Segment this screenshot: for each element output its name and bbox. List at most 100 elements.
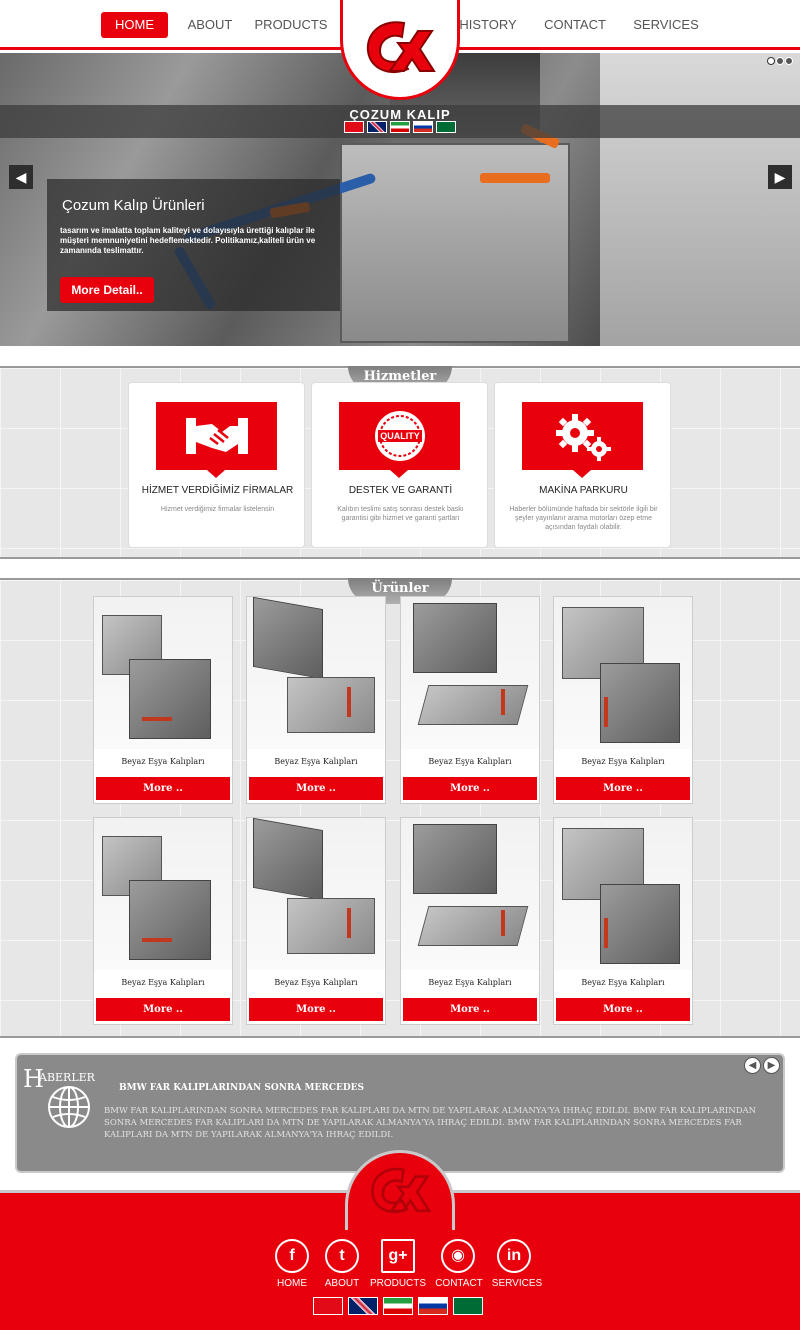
service-text: Haberler bölümünde haftada bir sektörle …: [509, 506, 658, 531]
flag-ru-icon[interactable]: [418, 1297, 448, 1315]
service-title: DESTEK VE GARANTİ: [348, 485, 453, 496]
logo-mark-icon: [371, 1167, 432, 1213]
product-image[interactable]: [554, 818, 692, 970]
product-more-button[interactable]: More ..: [556, 777, 690, 800]
slider-dot[interactable]: [767, 57, 775, 65]
flag-en-icon[interactable]: [367, 121, 387, 133]
flag-sa-icon[interactable]: [436, 121, 456, 133]
product-more-button[interactable]: More ..: [556, 998, 690, 1021]
product-name: Beyaz Eşya Kalıpları: [274, 978, 358, 987]
product-more-button[interactable]: More ..: [403, 777, 537, 800]
mold-shape: [142, 717, 172, 721]
slider-dot[interactable]: [785, 57, 793, 65]
mold-shape: [142, 938, 172, 942]
flag-ir-icon[interactable]: [390, 121, 410, 133]
twitter-icon[interactable]: t: [325, 1239, 359, 1273]
flag-tr-icon[interactable]: [344, 121, 364, 133]
footer-link-products[interactable]: PRODUCTS: [368, 1278, 428, 1289]
product-name: Beyaz Eşya Kalıpları: [581, 757, 665, 766]
service-title: MAKİNA PARKURU: [539, 485, 628, 496]
product-name: Beyaz Eşya Kalıpları: [274, 757, 358, 766]
mold-shape: [501, 689, 505, 715]
product-card[interactable]: Beyaz Eşya Kalıpları More ..: [93, 817, 233, 1025]
mold-shape: [287, 677, 375, 733]
footer-link-about[interactable]: ABOUT: [322, 1278, 362, 1289]
news-title[interactable]: BMW FAR KALIPLARINDAN SONRA MERCEDES: [119, 1083, 364, 1093]
service-card[interactable]: MAKİNA PARKURU Haberler bölümünde haftad…: [494, 382, 671, 548]
mold-shape: [604, 697, 608, 727]
product-card[interactable]: Beyaz Eşya Kalıpları More ..: [553, 596, 693, 804]
nav-home[interactable]: HOME: [101, 12, 168, 38]
rss-icon[interactable]: ◉: [441, 1239, 475, 1273]
product-card[interactable]: Beyaz Eşya Kalıpları More ..: [93, 596, 233, 804]
product-image[interactable]: [94, 818, 232, 970]
more-detail-button[interactable]: More Detail..: [60, 277, 154, 303]
flag-ru-icon[interactable]: [413, 121, 433, 133]
service-icon-box: [156, 402, 277, 478]
product-image[interactable]: [554, 597, 692, 749]
nav-about[interactable]: ABOUT: [182, 12, 238, 38]
slide-caption: Çozum Kalıp Ürünleri tasarım ve imalatta…: [47, 179, 340, 311]
product-card[interactable]: Beyaz Eşya Kalıpları More ..: [400, 817, 540, 1025]
footer-link-services[interactable]: SERVICES: [490, 1278, 544, 1289]
footer-link-home[interactable]: HOME: [272, 1278, 312, 1289]
news-prev-icon[interactable]: ◀: [744, 1057, 761, 1074]
service-card[interactable]: HİZMET VERDİĞİMİZ FİRMALAR Hizmet verdiğ…: [128, 382, 305, 548]
product-card[interactable]: Beyaz Eşya Kalıpları More ..: [246, 596, 386, 804]
services-section: Hizmetler HİZMET VERDİĞİMİZ FİRMALAR Hiz…: [0, 366, 800, 559]
slider-next-icon[interactable]: ▶: [768, 165, 792, 189]
product-card[interactable]: Beyaz Eşya Kalıpları More ..: [553, 817, 693, 1025]
product-card[interactable]: Beyaz Eşya Kalıpları More ..: [400, 596, 540, 804]
service-card[interactable]: QUALITY DESTEK VE GARANTİ Kalıbın teslim…: [311, 382, 488, 548]
slider-prev-icon[interactable]: ◀: [9, 165, 33, 189]
product-image[interactable]: [247, 597, 385, 749]
service-text: Kalıbın teslimi satış sonrası destek bas…: [337, 506, 464, 522]
facebook-icon[interactable]: f: [275, 1239, 309, 1273]
nav-history[interactable]: HISTORY: [455, 12, 521, 38]
flag-tr-icon[interactable]: [313, 1297, 343, 1315]
mold-shape: [129, 659, 211, 739]
svg-text:QUALITY: QUALITY: [380, 431, 420, 441]
quality-badge-icon: QUALITY: [339, 402, 460, 470]
slide-caption-text: tasarım ve imalatta toplam kaliteyi ve d…: [60, 226, 316, 255]
flag-sa-icon[interactable]: [453, 1297, 483, 1315]
flag-ir-icon[interactable]: [383, 1297, 413, 1315]
product-more-button[interactable]: More ..: [96, 998, 230, 1021]
flag-en-icon[interactable]: [348, 1297, 378, 1315]
news-heading: ABERLER: [39, 1071, 95, 1084]
product-more-button[interactable]: More ..: [249, 998, 383, 1021]
product-card[interactable]: Beyaz Eşya Kalıpları More ..: [246, 817, 386, 1025]
product-name: Beyaz Eşya Kalıpları: [121, 757, 205, 766]
page: HOME ABOUT PRODUCTS HISTORY CONTACT SERV…: [0, 0, 800, 1330]
mold-shape: [417, 685, 529, 725]
product-more-button[interactable]: More ..: [96, 777, 230, 800]
product-image[interactable]: [401, 818, 539, 970]
slider-dot[interactable]: [776, 57, 784, 65]
nav-contact[interactable]: CONTACT: [538, 12, 612, 38]
product-more-button[interactable]: More ..: [249, 777, 383, 800]
product-more-button[interactable]: More ..: [403, 998, 537, 1021]
product-image[interactable]: [401, 597, 539, 749]
mold-shape: [604, 918, 608, 948]
mold-shape: [413, 603, 497, 673]
mold-shape: [413, 824, 497, 894]
gears-icon: [522, 402, 643, 470]
products-section: Ürünler Beyaz Eşya Kalıpları More .. Beyaz…: [0, 578, 800, 1038]
product-image[interactable]: [94, 597, 232, 749]
product-name: Beyaz Eşya Kalıpları: [581, 978, 665, 987]
footer-link-contact[interactable]: CONTACT: [432, 1278, 486, 1289]
nav-products[interactable]: PRODUCTS: [252, 12, 330, 38]
product-image[interactable]: [247, 818, 385, 970]
mold-shape: [253, 597, 323, 680]
service-title: HİZMET VERDİĞİMİZ FİRMALAR: [141, 485, 294, 496]
google-plus-icon[interactable]: g+: [381, 1239, 415, 1273]
news-body: BMW FAR KALIPLARINDAN SONRA MERCEDES FAR…: [104, 1106, 757, 1140]
linkedin-icon[interactable]: in: [497, 1239, 531, 1273]
globe-icon: [48, 1086, 90, 1128]
mold-shape: [417, 906, 529, 946]
nav-services[interactable]: SERVICES: [631, 12, 701, 38]
mold-shape: [129, 880, 211, 960]
news-next-icon[interactable]: ▶: [763, 1057, 780, 1074]
mold-shape: [600, 663, 680, 743]
mold-shape: [253, 818, 323, 901]
